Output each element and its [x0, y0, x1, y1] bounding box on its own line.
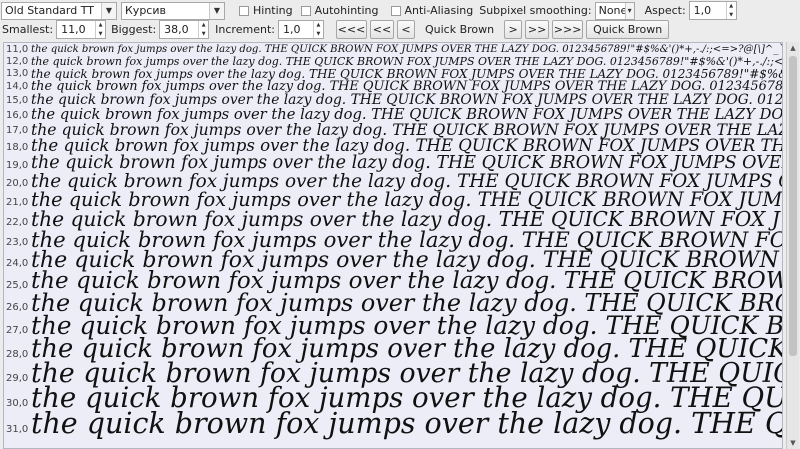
font-size-label: 14,0 — [6, 81, 29, 92]
next-button[interactable]: > — [504, 20, 523, 39]
first-button[interactable]: <<< — [335, 20, 367, 39]
sample-text-button[interactable]: Quick Brown — [586, 20, 670, 39]
chevron-down-icon[interactable]: ▼ — [101, 2, 116, 19]
spin-down-icon[interactable]: ▼ — [96, 30, 105, 39]
previous-page-button[interactable]: << — [369, 20, 394, 39]
font-size-label: 18,0 — [6, 142, 29, 153]
font-size-label: 19,0 — [6, 160, 29, 171]
size-toolbar: Smallest: 11,0 ▲ ▼ Biggest: 38,0 ▲ ▼ Incre… — [0, 19, 800, 40]
smallest-value: 11,0 — [61, 23, 86, 36]
checkbox-icon[interactable] — [390, 5, 401, 16]
font-size-label: 23,0 — [6, 237, 29, 248]
aspect-value: 1,0 — [693, 4, 712, 17]
scroll-down-icon[interactable]: ▼ — [787, 437, 799, 449]
autohinting-checkbox[interactable]: Autohinting — [300, 4, 379, 17]
preview-row: 18,0 the quick brown fox jumps over the l… — [4, 136, 782, 155]
hinting-checkbox[interactable]: Hinting — [239, 4, 293, 17]
spin-down-icon[interactable]: ▼ — [727, 11, 736, 20]
last-button[interactable]: >>> — [552, 20, 584, 39]
font-size-label: 22,0 — [6, 217, 29, 228]
font-size-label: 11,0 — [6, 44, 29, 55]
spin-down-icon[interactable]: ▼ — [314, 30, 323, 39]
font-size-label: 16,0 — [6, 110, 29, 121]
font-size-label: 25,0 — [6, 280, 29, 291]
previous-button[interactable]: < — [396, 20, 415, 39]
sample-text: the quick brown fox jumps over the lazy … — [31, 44, 783, 55]
aspect-spinbox[interactable]: 1,0 ▲ ▼ — [688, 1, 737, 20]
font-size-label: 20,0 — [6, 178, 29, 189]
subpixel-label: Subpixel smoothing: — [479, 4, 592, 17]
sample-text: the quick brown fox jumps over the lazy … — [31, 55, 783, 68]
sample-text: the quick brown fox jumps over the lazy … — [31, 247, 782, 273]
smallest-spinbox[interactable]: 11,0 ▲ ▼ — [56, 20, 107, 39]
preview-row: 31,0 the quick brown fox jumps over the l… — [4, 407, 782, 440]
subpixel-select[interactable]: None ▾ — [594, 1, 635, 20]
increment-value: 1,0 — [282, 23, 301, 36]
font-preview-area: 11,0 the quick brown fox jumps over the l… — [3, 42, 783, 449]
increment-label: Increment: — [215, 23, 275, 36]
font-size-label: 29,0 — [6, 373, 29, 384]
biggest-label: Biggest: — [111, 23, 157, 36]
preview-row: 16,0 the quick brown fox jumps over the l… — [4, 106, 783, 123]
font-style-select[interactable]: Курсив ▼ — [121, 1, 225, 20]
biggest-value: 38,0 — [164, 23, 189, 36]
subpixel-value: None — [598, 4, 628, 17]
sample-text: the quick brown fox jumps over the lazy … — [31, 153, 782, 173]
spin-up-icon[interactable]: ▲ — [96, 21, 105, 30]
spin-down-icon[interactable]: ▼ — [199, 30, 208, 39]
sample-text: the quick brown fox jumps over the lazy … — [31, 136, 782, 155]
spin-up-icon[interactable]: ▲ — [727, 2, 736, 11]
increment-spinbox[interactable]: 1,0 ▲ ▼ — [277, 20, 324, 39]
sample-text: the quick brown fox jumps over the lazy … — [31, 407, 782, 440]
spin-up-icon[interactable]: ▲ — [199, 21, 208, 30]
sample-text: the quick brown fox jumps over the lazy … — [31, 106, 783, 123]
chevron-down-icon[interactable]: ▼ — [209, 2, 224, 19]
preview-row: 17,0 the quick brown fox jumps over the l… — [4, 121, 782, 139]
font-size-label: 24,0 — [6, 258, 29, 269]
font-size-label: 26,0 — [6, 302, 29, 313]
scrollbar-thumb[interactable] — [789, 56, 797, 356]
font-size-label: 27,0 — [6, 325, 29, 336]
preview-row: 11,0 the quick brown fox jumps over the l… — [4, 44, 783, 55]
spin-up-icon[interactable]: ▲ — [314, 21, 323, 30]
vertical-scrollbar[interactable]: ▲ ▼ — [786, 42, 799, 449]
font-size-label: 17,0 — [6, 125, 29, 136]
aspect-label: Aspect: — [644, 4, 686, 17]
font-size-label: 21,0 — [6, 197, 29, 208]
smallest-label: Smallest: — [2, 23, 54, 36]
preview-row: 19,0 the quick brown fox jumps over the l… — [4, 153, 782, 173]
chevron-down-icon[interactable]: ▾ — [624, 2, 634, 19]
font-size-label: 28,0 — [6, 349, 29, 360]
checkbox-icon[interactable] — [239, 5, 249, 16]
font-size-label: 31,0 — [6, 424, 29, 435]
antialiasing-checkbox[interactable]: Anti-Aliasing — [390, 4, 474, 17]
sample-text: the quick brown fox jumps over the lazy … — [31, 121, 782, 139]
font-toolbar: Old Standard TT ▼ Курсив ▼ Hinting Autoh… — [0, 0, 800, 21]
autohinting-label: Autohinting — [314, 4, 379, 17]
hinting-label: Hinting — [253, 4, 293, 17]
scroll-up-icon[interactable]: ▲ — [787, 42, 799, 54]
preview-row: 24,0 the quick brown fox jumps over the l… — [4, 247, 782, 273]
preview-row: 12,0 the quick brown fox jumps over the l… — [4, 55, 783, 68]
font-size-label: 15,0 — [6, 95, 29, 106]
font-style-value: Курсив — [125, 4, 166, 17]
font-size-label: 30,0 — [6, 398, 29, 409]
biggest-spinbox[interactable]: 38,0 ▲ ▼ — [159, 20, 210, 39]
next-page-button[interactable]: >> — [525, 20, 550, 39]
checkbox-icon[interactable] — [300, 5, 311, 16]
font-family-select[interactable]: Old Standard TT ▼ — [1, 1, 117, 20]
antialiasing-label: Anti-Aliasing — [404, 4, 474, 17]
font-size-label: 13,0 — [6, 68, 29, 79]
font-size-label: 12,0 — [6, 56, 29, 67]
font-family-value: Old Standard TT — [5, 4, 94, 17]
sample-name-label: Quick Brown — [424, 23, 495, 36]
